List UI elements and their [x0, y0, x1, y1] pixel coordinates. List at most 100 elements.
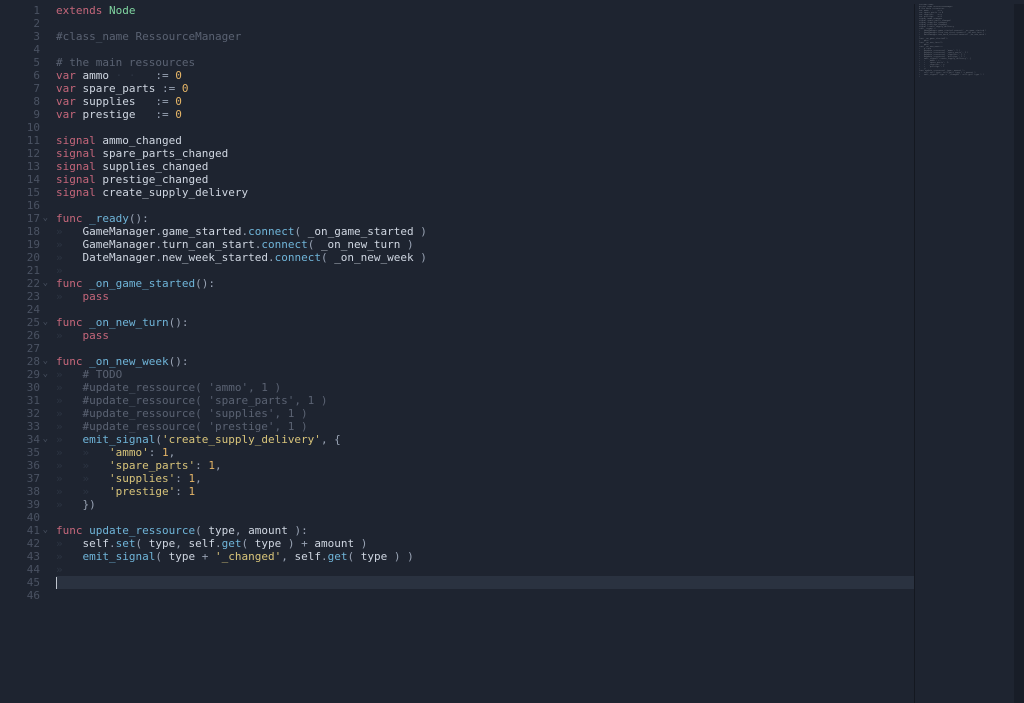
line-number: 22⌄ [0, 277, 40, 290]
code-line[interactable]: » GameManager.game_started.connect( _on_… [56, 225, 914, 238]
code-line[interactable] [56, 589, 914, 602]
code-line[interactable]: var supplies := 0 [56, 95, 914, 108]
code-line[interactable]: func _on_new_turn(): [56, 316, 914, 329]
code-line[interactable] [56, 576, 914, 589]
token-ws: » [56, 381, 83, 394]
line-number: 7 [0, 82, 40, 95]
code-line[interactable]: » » 'ammo': 1, [56, 446, 914, 459]
token-kw: func [56, 355, 83, 368]
line-number: 5 [0, 56, 40, 69]
code-line[interactable]: » self.set( type, self.get( type ) + amo… [56, 537, 914, 550]
token-ident: supplies [83, 95, 136, 108]
line-number: 29⌄ [0, 368, 40, 381]
token-ident: _on_new_turn [321, 238, 400, 251]
code-line[interactable]: extends Node [56, 4, 914, 17]
code-line[interactable] [56, 17, 914, 30]
code-line[interactable]: » #update_ressource( 'supplies', 1 ) [56, 407, 914, 420]
code-line[interactable]: func _ready(): [56, 212, 914, 225]
code-line[interactable]: signal spare_parts_changed [56, 147, 914, 160]
code-line[interactable]: » #update_ressource( 'prestige', 1 ) [56, 420, 914, 433]
token-ident: type [208, 524, 235, 537]
code-line[interactable]: » #update_ressource( 'ammo', 1 ) [56, 381, 914, 394]
token-ident: create_supply_delivery [102, 186, 248, 199]
code-line[interactable]: func _on_game_started(): [56, 277, 914, 290]
token-ident: self [189, 537, 216, 550]
code-line[interactable]: » DateManager.new_week_started.connect( … [56, 251, 914, 264]
token-op: : [175, 485, 188, 498]
token-ident: turn_can_start [162, 238, 255, 251]
code-line[interactable] [56, 342, 914, 355]
code-line[interactable]: » emit_signal( type + '_changed', self.g… [56, 550, 914, 563]
token-ws: » [56, 433, 83, 446]
token-num: 0 [175, 108, 182, 121]
code-line[interactable]: » #update_ressource( 'spare_parts', 1 ) [56, 394, 914, 407]
token-ws: » [56, 264, 63, 277]
code-line[interactable]: » emit_signal('create_supply_delivery', … [56, 433, 914, 446]
line-number: 6 [0, 69, 40, 82]
minimap-line: » [915, 76, 1024, 78]
code-line[interactable]: » }) [56, 498, 914, 511]
code-line[interactable]: func update_ressource( type, amount ): [56, 524, 914, 537]
code-line[interactable]: signal prestige_changed [56, 173, 914, 186]
line-number: 4 [0, 43, 40, 56]
code-line[interactable] [56, 199, 914, 212]
code-line[interactable]: func _on_new_week(): [56, 355, 914, 368]
code-line[interactable]: » » 'spare_parts': 1, [56, 459, 914, 472]
token-kw: var [56, 69, 76, 82]
token-ws: » [56, 407, 83, 420]
token-ws: » [56, 290, 83, 303]
token-op: , [195, 472, 202, 485]
code-line[interactable] [56, 43, 914, 56]
minimap-scrollbar[interactable] [1014, 4, 1024, 703]
line-number: 23 [0, 290, 40, 303]
token-op: ) ) [387, 550, 414, 563]
token-ident: ammo [83, 69, 110, 82]
code-line[interactable]: var spare_parts := 0 [56, 82, 914, 95]
code-line[interactable]: » # TODO [56, 368, 914, 381]
line-number: 10 [0, 121, 40, 134]
token-op: ( [321, 251, 334, 264]
token-ident: type [149, 537, 176, 550]
code-line[interactable]: var ammo · · := 0 [56, 69, 914, 82]
token-op: : [175, 472, 188, 485]
token-op: . [215, 537, 222, 550]
token-op: . [155, 238, 162, 251]
token-fn: connect [275, 251, 321, 264]
code-line[interactable]: signal create_supply_delivery [56, 186, 914, 199]
code-line[interactable]: » [56, 264, 914, 277]
code-line[interactable] [56, 303, 914, 316]
code-line[interactable]: signal ammo_changed [56, 134, 914, 147]
token-ws [135, 108, 155, 121]
code-line[interactable]: » GameManager.turn_can_start.connect( _o… [56, 238, 914, 251]
token-op: : [195, 459, 208, 472]
line-number: 44 [0, 563, 40, 576]
code-line[interactable]: signal supplies_changed [56, 160, 914, 173]
token-op: (): [195, 277, 215, 290]
token-str: 'spare_parts' [109, 459, 195, 472]
code-line[interactable]: » [56, 563, 914, 576]
code-line[interactable] [56, 511, 914, 524]
token-ws: » [56, 225, 83, 238]
code-editor[interactable]: 1234567891011121314151617⌄➜1819202122⌄23… [0, 0, 1024, 703]
code-line[interactable]: #class_name RessourceManager [56, 30, 914, 43]
token-ws: » » [56, 446, 109, 459]
code-content-area[interactable]: extends Node #class_name RessourceManager… [46, 4, 914, 703]
token-ident: type [361, 550, 388, 563]
token-kw: signal [56, 186, 96, 199]
token-num: 0 [182, 82, 189, 95]
token-op: }) [83, 498, 96, 511]
code-line[interactable]: » pass [56, 329, 914, 342]
token-ws: » » [56, 459, 109, 472]
code-line[interactable]: » » 'prestige': 1 [56, 485, 914, 498]
code-line[interactable]: » pass [56, 290, 914, 303]
code-line[interactable]: # the main ressources [56, 56, 914, 69]
code-line[interactable] [56, 121, 914, 134]
token-op: ) [414, 251, 427, 264]
token-op [76, 69, 83, 82]
minimap[interactable]: extends Node#class_name RessourceManager… [914, 4, 1024, 703]
code-line[interactable]: » » 'supplies': 1, [56, 472, 914, 485]
token-cmt: # the main ressources [56, 56, 195, 69]
code-line[interactable]: var prestige := 0 [56, 108, 914, 121]
line-number: 24 [0, 303, 40, 316]
token-str: 'create_supply_delivery' [162, 433, 321, 446]
